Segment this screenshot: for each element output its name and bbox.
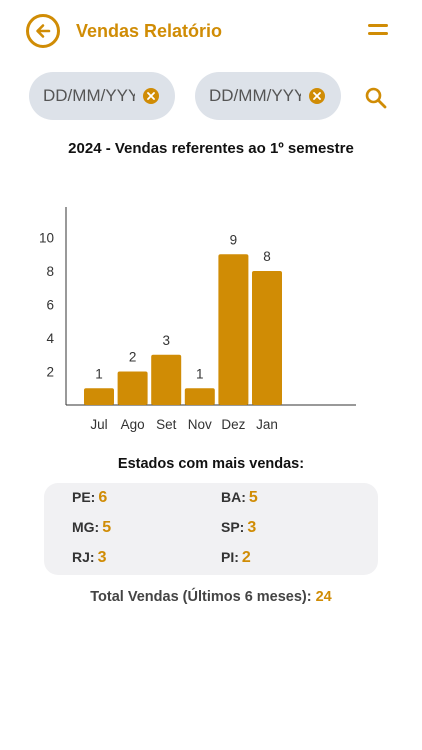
- chart-data-label: 8: [263, 249, 271, 264]
- app-header: Vendas Relatório: [0, 0, 422, 64]
- sales-bar-chart: 2 4 6 8 10 1 Jul 2 Ago 3 Set 1 Nov 9 Dez 8 Jan: [39, 207, 356, 432]
- menu-button[interactable]: [368, 22, 390, 40]
- total-sales-value: 24: [315, 589, 332, 605]
- state-value: 2: [241, 549, 251, 566]
- state-item-ba: BA: 5: [221, 489, 258, 507]
- search-icon: [365, 87, 387, 109]
- chart-x-tick-label: Ago: [121, 417, 145, 432]
- end-date-clear-button[interactable]: [309, 88, 325, 104]
- search-button[interactable]: [364, 86, 388, 110]
- end-date-input[interactable]: [209, 86, 301, 106]
- chart-title: 2024 - Vendas referentes ao 1º semestre: [68, 140, 354, 157]
- chart-y-tick-label: 4: [46, 331, 54, 346]
- state-item-pe: PE: 6: [72, 489, 107, 507]
- start-date-clear-button[interactable]: [143, 88, 159, 104]
- chart-y-tick-label: 8: [46, 264, 54, 279]
- state-label: RJ:: [72, 549, 95, 565]
- chart-y-tick-label: 2: [46, 365, 54, 380]
- total-sales: Total Vendas (Últimos 6 meses): 24: [0, 589, 422, 605]
- state-item-rj: RJ: 3: [72, 549, 106, 567]
- state-value: 3: [247, 519, 257, 536]
- chart-bar: [84, 388, 114, 405]
- chart-bar: [117, 371, 148, 405]
- chart-y-tick-label: 6: [46, 298, 54, 313]
- chart-x-tick-label: Dez: [221, 417, 245, 432]
- total-sales-label: Total Vendas (Últimos 6 meses):: [90, 589, 312, 605]
- chart-data-label: 2: [129, 350, 137, 365]
- page-title: Vendas Relatório: [76, 21, 223, 41]
- close-icon: [147, 92, 155, 100]
- chart-data-label: 1: [95, 366, 103, 381]
- chart-x-tick-label: Nov: [188, 417, 212, 432]
- chart-data-label: 3: [162, 333, 170, 348]
- back-button[interactable]: [26, 14, 60, 48]
- state-label: PI:: [221, 549, 239, 565]
- state-item-mg: MG: 5: [72, 519, 111, 537]
- start-date-field[interactable]: [29, 72, 175, 120]
- chart-x-tick-label: Set: [156, 417, 177, 432]
- chart-x-tick-label: Jan: [256, 417, 278, 432]
- state-label: BA:: [221, 489, 246, 505]
- states-title: Estados com mais vendas:: [117, 456, 305, 472]
- start-date-input[interactable]: [43, 86, 135, 106]
- chart-data-label: 1: [196, 366, 204, 381]
- sales-report-screen: Vendas Relatório 2024 - Vendas referente…: [0, 0, 422, 750]
- state-label: SP:: [221, 519, 245, 535]
- chart-data-label: 9: [230, 232, 238, 247]
- state-label: PE:: [72, 489, 96, 505]
- chart-bar: [252, 271, 282, 405]
- menu-icon-line-top: [368, 24, 388, 27]
- state-item-pi: PI: 2: [221, 549, 251, 567]
- state-value: 5: [248, 489, 258, 506]
- menu-icon-line-bottom: [368, 32, 388, 35]
- close-icon: [313, 92, 321, 100]
- state-item-sp: SP: 3: [221, 519, 256, 537]
- chart-bar: [218, 254, 249, 405]
- states-panel: PE: 6 BA: 5 MG: 5 SP: 3 RJ: 3 PI: 2: [44, 483, 378, 575]
- chart-bar: [151, 354, 182, 405]
- state-value: 6: [98, 489, 108, 506]
- arrow-left-icon: [36, 24, 51, 38]
- chart-x-tick-label: Jul: [90, 417, 107, 432]
- chart-y-tick-label: 10: [39, 231, 54, 246]
- end-date-field[interactable]: [195, 72, 341, 120]
- state-value: 3: [97, 549, 107, 566]
- state-value: 5: [102, 519, 112, 536]
- chart-bar: [184, 388, 215, 405]
- state-label: MG:: [72, 519, 100, 535]
